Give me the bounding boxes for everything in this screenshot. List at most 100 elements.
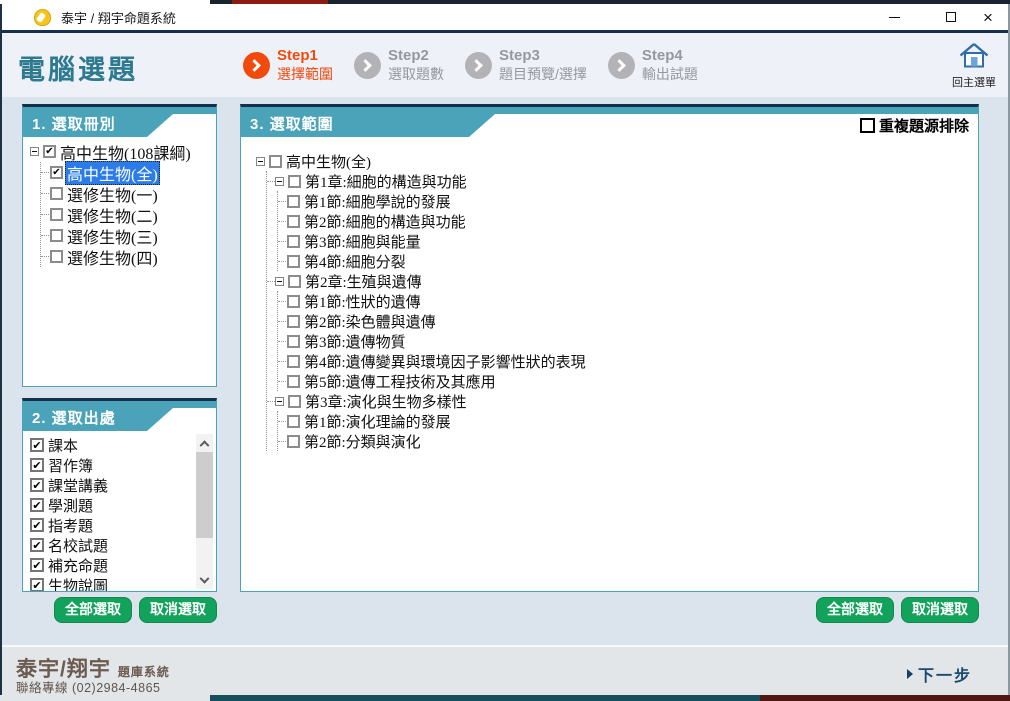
tree-node[interactable]: 第2章:生殖與遺傳: [267, 271, 976, 291]
tree-node[interactable]: ✔高中生物(全): [41, 162, 214, 183]
source-checkbox[interactable]: ✔: [30, 578, 44, 591]
tree-node[interactable]: 第4節:遺傳變異與環境因子影響性狀的表現: [278, 351, 976, 371]
collapse-minus-icon[interactable]: [275, 177, 284, 186]
close-button[interactable]: ×: [972, 4, 1004, 30]
tree-label[interactable]: 第3節:細胞與能量: [302, 231, 423, 252]
scroll-down-icon[interactable]: [196, 573, 213, 589]
tree-label[interactable]: 第2節:分類與演化: [302, 431, 423, 452]
tree-node[interactable]: 第2節:細胞的構造與功能: [278, 211, 976, 231]
next-label: 下一步: [918, 662, 972, 686]
source-item[interactable]: ✔補充命題: [30, 555, 194, 575]
tree-checkbox[interactable]: [287, 375, 300, 388]
source-checkbox[interactable]: ✔: [30, 518, 44, 532]
tree-checkbox[interactable]: [50, 250, 63, 263]
tree-node[interactable]: 第3節:遺傳物質: [278, 331, 976, 351]
source-item[interactable]: ✔習作簿: [30, 455, 194, 475]
scrollbar[interactable]: [196, 434, 213, 589]
tree-node[interactable]: 選修生物(四): [41, 246, 214, 267]
source-select-all-button[interactable]: 全部選取: [54, 597, 132, 623]
tree-label[interactable]: 第2節:細胞的構造與功能: [302, 211, 468, 232]
tree-checkbox[interactable]: [287, 295, 300, 308]
step-text: Step3題目預覽/選擇: [499, 47, 587, 83]
tree-checkbox[interactable]: [287, 255, 300, 268]
collapse-minus-icon[interactable]: [256, 157, 265, 166]
tree-node[interactable]: 選修生物(二): [41, 204, 214, 225]
tree-label[interactable]: 第4節:細胞分裂: [302, 251, 408, 272]
tree-label[interactable]: 第1章:細胞的構造與功能: [303, 171, 469, 192]
next-step-button[interactable]: 下一步: [907, 662, 972, 686]
tree-node[interactable]: ✔高中生物(108課綱): [30, 141, 214, 162]
minimize-button[interactable]: [878, 4, 910, 30]
tree-label[interactable]: 第1節:細胞學說的發展: [302, 191, 453, 212]
tree-checkbox[interactable]: [288, 275, 301, 288]
window-title: 泰宇 / 翔宇命題系統: [61, 8, 176, 27]
tree-label[interactable]: 第4節:遺傳變異與環境因子影響性狀的表現: [302, 351, 588, 372]
source-checkbox[interactable]: ✔: [30, 478, 44, 492]
tree-checkbox[interactable]: [287, 315, 300, 328]
maximize-button[interactable]: [935, 4, 967, 30]
source-checkbox[interactable]: ✔: [30, 438, 44, 452]
tree-connector: [267, 401, 275, 402]
tree-node[interactable]: 第5節:遺傳工程技術及其應用: [278, 371, 976, 391]
tree-label[interactable]: 高中生物(全): [284, 151, 373, 172]
tree-checkbox[interactable]: [287, 335, 300, 348]
tree-checkbox[interactable]: [287, 195, 300, 208]
tree-checkbox[interactable]: [50, 229, 63, 242]
tree-node[interactable]: 第4節:細胞分裂: [278, 251, 976, 271]
scope-select-all-button[interactable]: 全部選取: [816, 597, 894, 623]
dedupe-option[interactable]: 重複題源排除: [860, 115, 969, 136]
tree-node[interactable]: 第1章:細胞的構造與功能: [267, 171, 976, 191]
tree-checkbox[interactable]: ✔: [43, 145, 56, 158]
tree-label[interactable]: 第2章:生殖與遺傳: [303, 271, 424, 292]
home-button[interactable]: 回主選單: [946, 42, 1002, 90]
tree-node[interactable]: 第1節:細胞學說的發展: [278, 191, 976, 211]
home-icon: [959, 42, 989, 68]
source-item[interactable]: ✔學測題: [30, 495, 194, 515]
tree-label[interactable]: 第5節:遺傳工程技術及其應用: [302, 371, 498, 392]
dedupe-checkbox[interactable]: [860, 118, 875, 133]
collapse-minus-icon[interactable]: [275, 277, 284, 286]
tree-node[interactable]: 第3章:演化與生物多樣性: [267, 391, 976, 411]
tree-checkbox[interactable]: [269, 155, 282, 168]
source-item[interactable]: ✔課本: [30, 435, 194, 455]
tree-node[interactable]: 第2節:分類與演化: [278, 431, 976, 451]
tree-label[interactable]: 第1節:性狀的遺傳: [302, 291, 423, 312]
tree-checkbox[interactable]: [50, 208, 63, 221]
tree-label[interactable]: 第2節:染色體與遺傳: [302, 311, 438, 332]
tree-node[interactable]: 選修生物(三): [41, 225, 214, 246]
scope-deselect-all-button[interactable]: 取消選取: [901, 597, 979, 623]
tree-node[interactable]: 選修生物(一): [41, 183, 214, 204]
source-checkbox[interactable]: ✔: [30, 498, 44, 512]
source-item[interactable]: ✔生物說圖: [30, 575, 194, 591]
scroll-thumb[interactable]: [196, 452, 213, 538]
tree-checkbox[interactable]: [287, 235, 300, 248]
tree-connector: [41, 235, 49, 236]
collapse-minus-icon[interactable]: [275, 397, 284, 406]
tree-checkbox[interactable]: [50, 187, 63, 200]
source-item[interactable]: ✔名校試題: [30, 535, 194, 555]
tree-label[interactable]: 第3節:遺傳物質: [302, 331, 408, 352]
tree-node[interactable]: 高中生物(全): [256, 151, 976, 171]
tree-checkbox[interactable]: [287, 355, 300, 368]
tree-node[interactable]: 第3節:細胞與能量: [278, 231, 976, 251]
tree-checkbox[interactable]: [288, 175, 301, 188]
tree-checkbox[interactable]: ✔: [50, 166, 63, 179]
source-item[interactable]: ✔指考題: [30, 515, 194, 535]
tree-node[interactable]: 第2節:染色體與遺傳: [278, 311, 976, 331]
scroll-up-icon[interactable]: [196, 434, 213, 450]
tree-label[interactable]: 第3章:演化與生物多樣性: [303, 391, 469, 412]
tree-checkbox[interactable]: [287, 415, 300, 428]
collapse-minus-icon[interactable]: [30, 147, 39, 156]
tree-label[interactable]: 第1節:演化理論的發展: [302, 411, 453, 432]
source-checkbox[interactable]: ✔: [30, 458, 44, 472]
source-checkbox[interactable]: ✔: [30, 558, 44, 572]
source-checkbox[interactable]: ✔: [30, 538, 44, 552]
source-item[interactable]: ✔課堂講義: [30, 475, 194, 495]
tree-checkbox[interactable]: [288, 395, 301, 408]
tree-checkbox[interactable]: [287, 435, 300, 448]
tree-checkbox[interactable]: [287, 215, 300, 228]
tree-node[interactable]: 第1節:性狀的遺傳: [278, 291, 976, 311]
tree-node[interactable]: 第1節:演化理論的發展: [278, 411, 976, 431]
tree-label[interactable]: 選修生物(四): [65, 245, 160, 269]
source-deselect-all-button[interactable]: 取消選取: [139, 597, 217, 623]
